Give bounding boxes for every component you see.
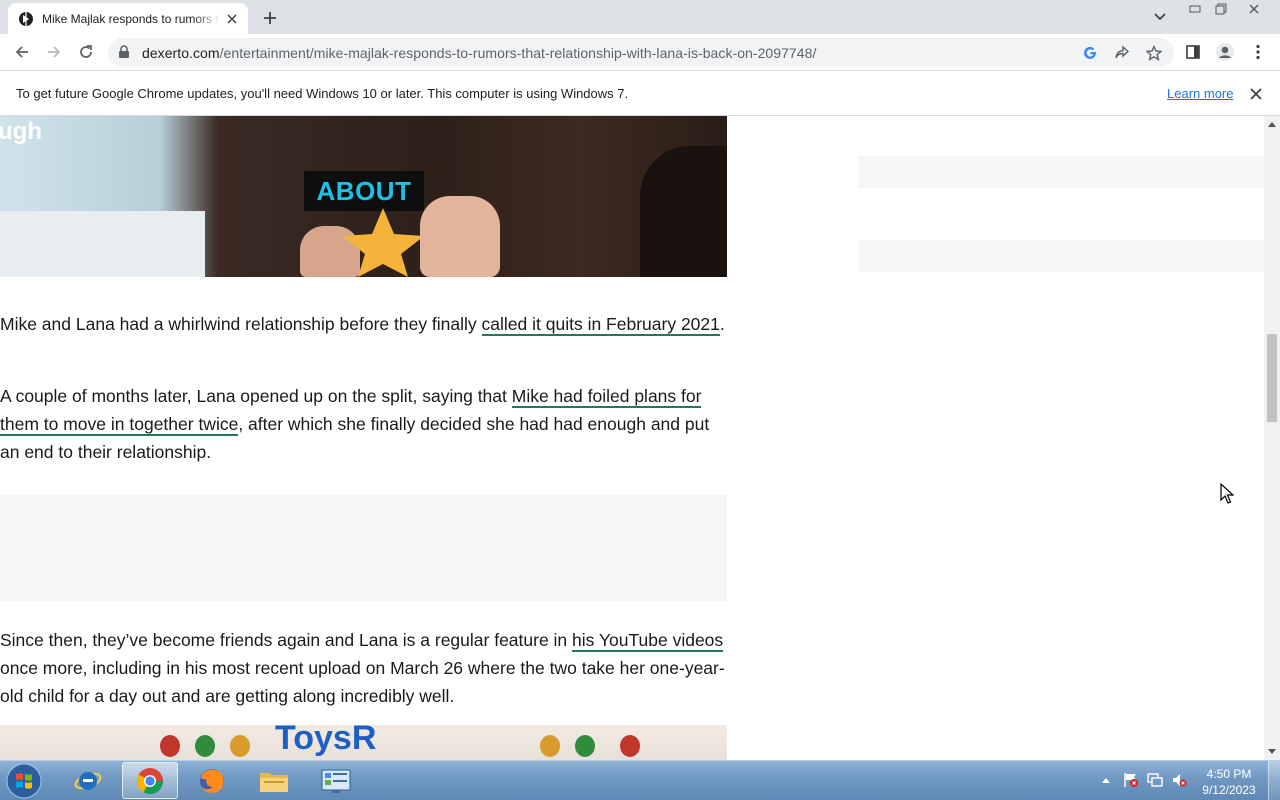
browser-titlebar: Mike Majlak responds to rumors that rela…: [0, 0, 1280, 34]
thumbnail-hand-shape-right: [420, 196, 500, 277]
show-desktop-button[interactable]: [1268, 761, 1280, 800]
browser-tab[interactable]: Mike Majlak responds to rumors that rela…: [8, 3, 248, 34]
scroll-down-arrow-icon[interactable]: [1264, 744, 1280, 760]
ornament-shape: [230, 735, 250, 757]
network-icon[interactable]: [1146, 771, 1164, 789]
close-window-button[interactable]: [1240, 0, 1268, 18]
windows-taskbar: 4:50 PM 9/12/2023: [0, 760, 1280, 800]
new-tab-button[interactable]: [258, 7, 282, 29]
side-panel-icon[interactable]: [1181, 40, 1205, 64]
taskbar-clock[interactable]: 4:50 PM 9/12/2023: [1196, 766, 1262, 798]
tab-search-chevron-icon[interactable]: [1150, 8, 1170, 26]
url-path: /entertainment/mike-majlak-responds-to-r…: [219, 45, 817, 61]
article-paragraph: Mike and Lana had a whirlwind relationsh…: [0, 310, 727, 338]
address-bar[interactable]: dexerto.com/entertainment/mike-majlak-re…: [108, 38, 1174, 67]
taskbar-file-explorer[interactable]: [246, 762, 302, 799]
paragraph-text: A couple of months later, Lana opened up…: [0, 386, 512, 406]
profile-avatar-icon[interactable]: [1213, 40, 1237, 64]
tab-title: Mike Majlak responds to rumors that rela…: [42, 11, 220, 26]
browser-toolbar: dexerto.com/entertainment/mike-majlak-re…: [0, 34, 1280, 71]
article-paragraph: Since then, they’ve become friends again…: [0, 626, 727, 710]
paragraph-text: Since then, they’ve become friends again…: [0, 630, 573, 650]
share-icon[interactable]: [1112, 43, 1132, 63]
ornament-shape: [620, 735, 640, 757]
scrollbar-thumb[interactable]: [1267, 334, 1277, 422]
action-center-flag-icon[interactable]: [1122, 771, 1140, 789]
sidebar-ad-placeholder: [858, 156, 1264, 188]
chrome-menu-icon[interactable]: [1246, 40, 1270, 64]
lock-icon[interactable]: [118, 45, 130, 64]
chrome-icon: [136, 767, 164, 794]
inline-ad-placeholder: [0, 495, 727, 601]
dexerto-favicon-icon: [18, 11, 34, 27]
sidebar-ad-placeholder: [858, 240, 1264, 272]
minimize-button[interactable]: [1182, 0, 1208, 18]
show-hidden-icons-arrow-icon[interactable]: [1097, 771, 1115, 789]
firefox-icon: [200, 768, 224, 793]
taskbar-internet-explorer[interactable]: [60, 762, 116, 799]
file-explorer-icon: [260, 772, 288, 792]
learn-more-link[interactable]: Learn more: [1167, 86, 1233, 101]
internet-explorer-icon: [74, 771, 102, 790]
thumbnail-about-badge: ABOUT: [304, 171, 424, 211]
mouse-cursor-icon: [1220, 483, 1234, 504]
thumbnail-overlay-text: ugh: [0, 118, 42, 145]
tab-close-icon[interactable]: [224, 11, 240, 27]
reload-button[interactable]: [73, 39, 99, 65]
ornament-shape: [540, 735, 560, 757]
thumbnail-person-shape: [640, 146, 727, 277]
page-viewport: ugh ABOUT Mike and Lana had a whirlwind …: [0, 116, 1264, 760]
google-translate-icon[interactable]: [1080, 43, 1100, 63]
control-panel-icon: [321, 768, 351, 793]
infobar-close-icon[interactable]: [1247, 85, 1265, 103]
forward-button[interactable]: [41, 39, 67, 65]
paragraph-text: .: [719, 314, 725, 334]
article-paragraph: A couple of months later, Lana opened up…: [0, 382, 727, 466]
infobar-message: To get future Google Chrome updates, you…: [16, 86, 629, 101]
paragraph-text: once more, including in his most recent …: [0, 658, 725, 706]
taskbar-firefox[interactable]: [184, 762, 240, 799]
volume-muted-icon[interactable]: [1170, 771, 1188, 789]
article-link[interactable]: called it quits in February 2021: [481, 314, 720, 336]
ornament-shape: [160, 735, 180, 757]
start-button[interactable]: [4, 762, 44, 800]
restore-button[interactable]: [1208, 0, 1234, 18]
ornament-shape: [575, 735, 595, 757]
scroll-up-arrow-icon[interactable]: [1264, 116, 1280, 132]
ornament-shape: [195, 735, 215, 757]
background-desk-shape: [0, 211, 205, 277]
clock-date: 9/12/2023: [1202, 783, 1256, 797]
article-video-thumbnail[interactable]: ugh ABOUT: [0, 116, 727, 277]
thumbnail-star-icon: [342, 208, 424, 277]
clock-time: 4:50 PM: [1206, 767, 1252, 781]
toysrus-sign-text: ToysR: [275, 725, 377, 757]
url-text[interactable]: dexerto.com/entertainment/mike-majlak-re…: [142, 45, 816, 61]
bookmark-star-icon[interactable]: [1144, 43, 1164, 63]
update-infobar: To get future Google Chrome updates, you…: [0, 71, 1280, 116]
article-image: ToysR: [0, 725, 727, 760]
back-button[interactable]: [9, 39, 35, 65]
paragraph-text: Mike and Lana had a whirlwind relationsh…: [0, 314, 482, 334]
windows-logo-icon: [6, 763, 42, 799]
url-domain: dexerto.com: [142, 45, 220, 61]
taskbar-control-panel[interactable]: [308, 762, 364, 799]
taskbar-chrome[interactable]: [122, 762, 178, 799]
page-scrollbar[interactable]: [1264, 116, 1280, 760]
article-link[interactable]: his YouTube videos: [572, 630, 724, 652]
